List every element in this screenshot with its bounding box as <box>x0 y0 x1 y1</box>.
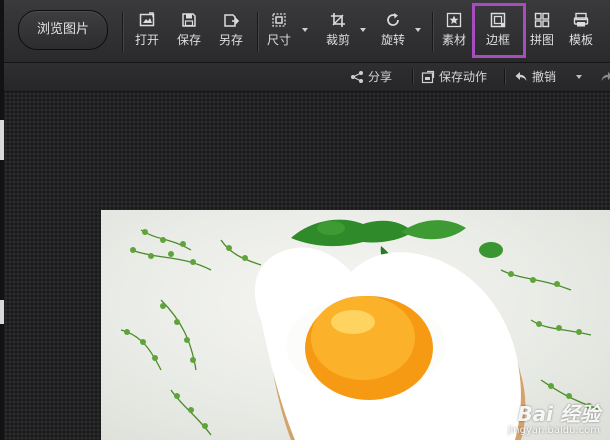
undo-icon <box>515 72 527 81</box>
save-as-label: 另存 <box>218 33 243 47</box>
open-icon <box>130 8 164 30</box>
redo-button[interactable] <box>600 63 610 91</box>
collage-button[interactable]: 拼图 <box>525 8 559 54</box>
main-toolbar: 浏览图片 打开 保存 另存 尺寸 裁剪 旋转 素材 边框 拼图 模板 <box>4 0 610 63</box>
image-canvas[interactable]: Bai 经验 jingyan.baidu.com <box>101 210 610 440</box>
watermark-url: jingyan.baidu.com <box>507 425 600 436</box>
watermark-brand: Bai 经验 <box>517 402 600 426</box>
save-as-button[interactable]: 另存 <box>214 8 248 54</box>
template-button[interactable]: 模板 <box>564 8 598 54</box>
toolbar-divider <box>432 12 433 52</box>
rotate-dropdown-icon[interactable] <box>415 28 421 32</box>
save-as-icon <box>214 8 248 30</box>
undo-label: 撤销 <box>532 70 557 84</box>
save-action-icon <box>421 70 435 84</box>
collage-label: 拼图 <box>529 33 554 47</box>
material-label: 素材 <box>441 33 466 47</box>
crop-label: 裁剪 <box>325 33 350 47</box>
border-tool-highlight-box <box>472 3 526 58</box>
share-button[interactable]: 分享 <box>350 63 392 91</box>
collage-icon <box>525 8 559 30</box>
star-icon <box>437 8 471 30</box>
redo-icon <box>601 72 610 81</box>
template-icon <box>564 8 598 30</box>
photo-editor-window: 浏览图片 打开 保存 另存 尺寸 裁剪 旋转 素材 边框 拼图 模板 分享 保存… <box>4 0 610 440</box>
material-button[interactable]: 素材 <box>437 8 471 54</box>
subbar-divider <box>412 69 413 85</box>
crop-icon <box>321 8 355 30</box>
crop-button[interactable]: 裁剪 <box>321 8 355 54</box>
save-button[interactable]: 保存 <box>172 8 206 54</box>
toolbar-divider <box>257 12 258 52</box>
watermark: Bai 经验 jingyan.baidu.com <box>508 398 600 436</box>
rotate-icon <box>376 8 410 30</box>
template-label: 模板 <box>568 33 593 47</box>
share-icon <box>351 71 363 83</box>
resize-icon <box>262 8 296 30</box>
rotate-button[interactable]: 旋转 <box>376 8 410 54</box>
secondary-toolbar: 分享 保存动作 撤销 <box>4 63 610 92</box>
resize-dropdown-icon[interactable] <box>302 28 308 32</box>
subbar-divider <box>504 69 505 85</box>
resize-button[interactable]: 尺寸 <box>262 8 296 54</box>
share-label: 分享 <box>368 70 393 84</box>
save-action-button[interactable]: 保存动作 <box>421 63 487 91</box>
resize-label: 尺寸 <box>266 33 291 47</box>
browse-images-button[interactable]: 浏览图片 <box>18 10 108 50</box>
open-label: 打开 <box>134 33 159 47</box>
rotate-label: 旋转 <box>380 33 405 47</box>
save-action-label: 保存动作 <box>439 70 488 84</box>
toolbar-divider <box>122 12 123 52</box>
undo-button[interactable]: 撤销 <box>514 63 556 91</box>
undo-dropdown-icon[interactable] <box>576 75 582 79</box>
open-button[interactable]: 打开 <box>130 8 164 54</box>
save-label: 保存 <box>176 33 201 47</box>
save-icon <box>172 8 206 30</box>
crop-dropdown-icon[interactable] <box>360 28 366 32</box>
